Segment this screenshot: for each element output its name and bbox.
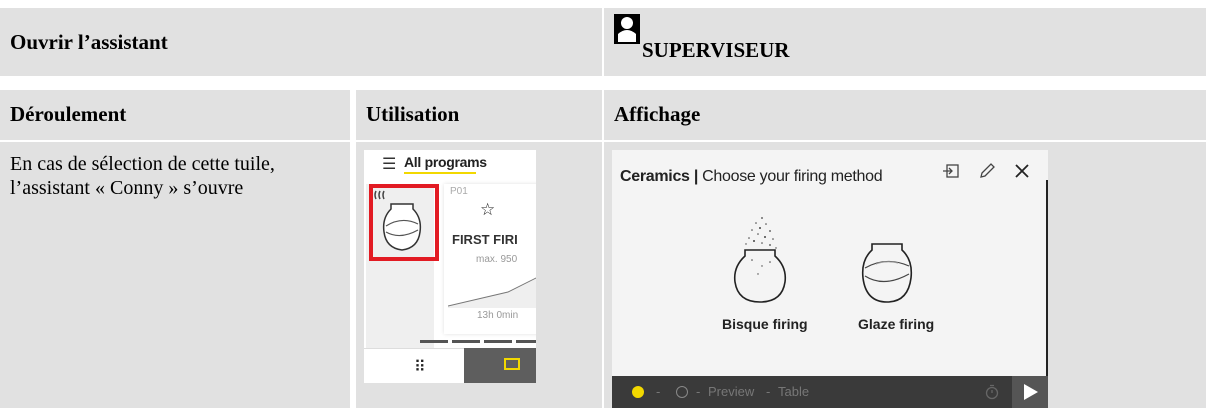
title-separator: | <box>693 168 699 185</box>
preview-step[interactable]: Preview <box>708 384 754 399</box>
wizard-doc-table: Ouvrir l’assistant SUPERVISEUR Dérouleme… <box>0 0 1206 408</box>
sequence-cell: En cas de sélection de cette tuile, l’as… <box>0 142 350 408</box>
role-cell: SUPERVISEUR <box>604 8 1206 76</box>
page-dash <box>420 340 448 343</box>
program-number: P01 <box>450 186 468 197</box>
page-dash <box>484 340 512 343</box>
page-dash <box>516 340 536 343</box>
open-assistant-cell: Ouvrir l’assistant <box>0 8 602 76</box>
start-button[interactable] <box>1012 376 1048 408</box>
wizard-subtitle: Choose your firing method <box>702 168 883 185</box>
all-programs-title[interactable]: All programs <box>404 154 487 170</box>
sequence-text: En cas de sélection de cette tuile, l’as… <box>10 153 275 199</box>
grid-icon: ⠿ <box>414 359 426 376</box>
edit-pencil-icon[interactable] <box>978 162 996 180</box>
title-underline <box>404 172 476 174</box>
col-sequence-header: Déroulement <box>0 90 350 140</box>
chart-view-button[interactable] <box>464 348 536 383</box>
bisque-firing-label[interactable]: Bisque firing <box>722 316 808 332</box>
step-separator: - <box>656 384 661 399</box>
wizard-title: Ceramics | Choose your firing method <box>620 168 883 186</box>
open-assistant-heading: Ouvrir l’assistant <box>10 30 168 54</box>
page-indicator <box>364 340 536 344</box>
wizard-footer: - - Preview - Table <box>612 376 1048 408</box>
favorite-star-icon[interactable]: ☆ <box>480 200 495 220</box>
timer-icon[interactable] <box>984 384 1000 400</box>
bisque-vase-icon[interactable] <box>732 214 788 304</box>
display-screenshot: Ceramics | Choose your firing method Bis… <box>612 150 1048 408</box>
wizard-category: Ceramics <box>620 168 690 185</box>
step-separator: - <box>696 384 701 399</box>
step-dot-inactive <box>676 386 688 398</box>
page-dash <box>452 340 480 343</box>
close-icon[interactable] <box>1014 162 1030 180</box>
glaze-firing-label[interactable]: Glaze firing <box>858 316 934 332</box>
col-display-header: Affichage <box>604 90 1206 140</box>
col-usage-header: Utilisation <box>356 90 602 140</box>
list-icon[interactable]: ☰ <box>382 154 396 174</box>
play-icon <box>1024 384 1038 400</box>
program-max-temp: max. 950 <box>476 254 518 265</box>
glaze-vase-icon[interactable] <box>860 242 914 304</box>
col-display-label: Affichage <box>614 102 701 126</box>
col-usage-label: Utilisation <box>366 102 460 126</box>
program-duration: 13h 0min <box>477 310 519 321</box>
step-separator: - <box>766 384 771 399</box>
usage-screenshot: ☰ All programs P01 ☆ FIRST FIRI max. 950… <box>364 150 536 383</box>
person-icon <box>614 14 640 44</box>
table-step[interactable]: Table <box>778 384 809 399</box>
chart-icon <box>504 358 520 370</box>
col-sequence-label: Déroulement <box>10 102 127 126</box>
selection-highlight <box>369 184 439 261</box>
import-icon[interactable] <box>942 162 960 180</box>
firing-curve-icon <box>448 277 536 308</box>
step-dot-active <box>632 386 644 398</box>
program-name: FIRST FIRI <box>452 232 518 247</box>
scroll-edge <box>1046 180 1048 378</box>
role-label: SUPERVISEUR <box>642 38 790 62</box>
